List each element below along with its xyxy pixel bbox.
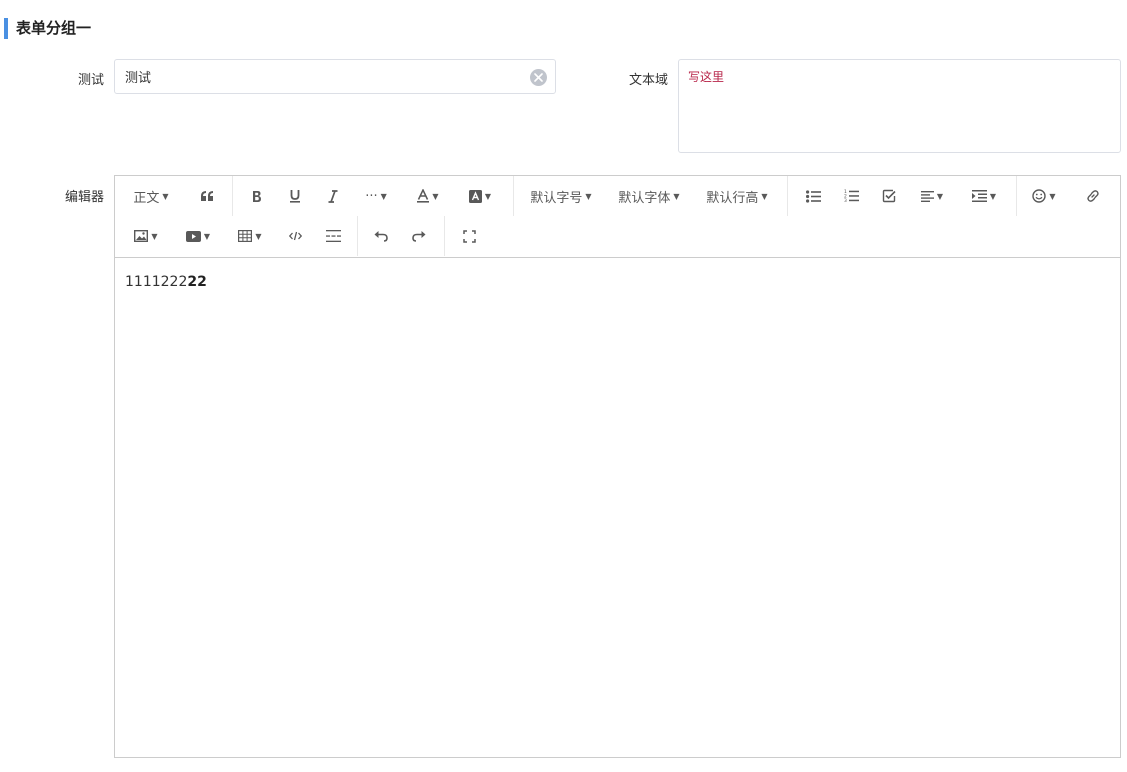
code-icon[interactable] (283, 216, 307, 256)
bullet-list-icon[interactable] (801, 176, 825, 216)
divider-icon[interactable] (321, 216, 345, 256)
chevron-down-icon: ▼ (936, 191, 944, 201)
chevron-down-icon: ▼ (989, 191, 997, 201)
toolbar-divider (787, 176, 788, 216)
italic-icon[interactable] (321, 176, 345, 216)
chevron-down-icon: ▼ (484, 191, 492, 201)
align-icon[interactable]: ▼ (915, 176, 949, 216)
table-icon[interactable]: ▼ (233, 216, 267, 256)
font-family-label: 默认字体 (618, 190, 671, 206)
font-size-select[interactable]: 默认字号 ▼ (527, 176, 595, 216)
link-icon[interactable] (1081, 176, 1105, 216)
toolbar-divider (232, 176, 233, 216)
font-size-label: 默认字号 (530, 190, 583, 206)
chevron-down-icon: ▼ (380, 191, 387, 201)
chevron-down-icon: ▼ (673, 191, 680, 201)
editor-text-normal: 1111222 (125, 274, 188, 290)
chevron-down-icon: ▼ (255, 231, 262, 241)
test-input[interactable] (125, 60, 525, 93)
chevron-down-icon: ▼ (432, 191, 439, 201)
test-field-label: 测试 (77, 73, 104, 88)
clear-icon[interactable] (530, 69, 547, 86)
emoji-icon[interactable]: ▼ (1029, 176, 1059, 216)
section-title: 表单分组一 (4, 18, 91, 39)
chevron-down-icon: ▼ (761, 191, 768, 201)
editor-toolbar: 正文 ▼ ··· ▼ ▼ ▼ 默认字号 ▼ 默认字体 ▼ 默认行高 ▼ 1 2 … (115, 176, 1120, 258)
toolbar-divider (357, 216, 358, 256)
chevron-down-icon: ▼ (151, 231, 158, 241)
numbered-list-icon[interactable]: 123 (839, 176, 863, 216)
rich-text-editor: 正文 ▼ ··· ▼ ▼ ▼ 默认字号 ▼ 默认字体 ▼ 默认行高 ▼ 1 2 … (114, 175, 1121, 758)
toolbar-divider (513, 176, 514, 216)
editor-content[interactable]: 111122222 (125, 274, 207, 290)
heading-select[interactable]: 正文 ▼ (129, 176, 173, 216)
heading-select-label: 正文 (133, 190, 160, 206)
quote-icon[interactable] (195, 176, 219, 216)
bold-icon[interactable] (245, 176, 269, 216)
video-icon[interactable]: ▼ (181, 216, 215, 256)
line-height-label: 默认行高 (706, 190, 759, 206)
font-color-icon[interactable]: ▼ (413, 176, 443, 216)
svg-text:3: 3 (844, 198, 847, 203)
toolbar-divider (1016, 176, 1017, 216)
line-height-select[interactable]: 默认行高 ▼ (703, 176, 771, 216)
textarea-wrapper (678, 59, 1121, 153)
chevron-down-icon: ▼ (203, 231, 211, 241)
more-style-icon[interactable]: ··· ▼ (359, 176, 393, 216)
todo-icon[interactable] (877, 176, 901, 216)
font-family-select[interactable]: 默认字体 ▼ (615, 176, 683, 216)
undo-icon[interactable] (369, 216, 393, 256)
editor-field-label: 编辑器 (64, 190, 104, 205)
indent-icon[interactable]: ▼ (967, 176, 1001, 216)
image-icon[interactable]: ▼ (129, 216, 163, 256)
redo-icon[interactable] (407, 216, 431, 256)
chevron-down-icon: ▼ (585, 191, 592, 201)
chevron-down-icon: ▼ (162, 191, 169, 201)
editor-text-bold: 22 (187, 274, 207, 290)
test-input-wrapper (114, 59, 556, 94)
bg-color-icon[interactable]: ▼ (465, 176, 495, 216)
fullscreen-icon[interactable] (457, 216, 481, 256)
textarea-input[interactable] (688, 68, 1108, 146)
textarea-field-label: 文本域 (628, 73, 668, 88)
chevron-down-icon: ▼ (1049, 191, 1056, 201)
toolbar-divider (444, 216, 445, 256)
more-style-label: ··· (365, 188, 378, 204)
underline-icon[interactable] (283, 176, 307, 216)
